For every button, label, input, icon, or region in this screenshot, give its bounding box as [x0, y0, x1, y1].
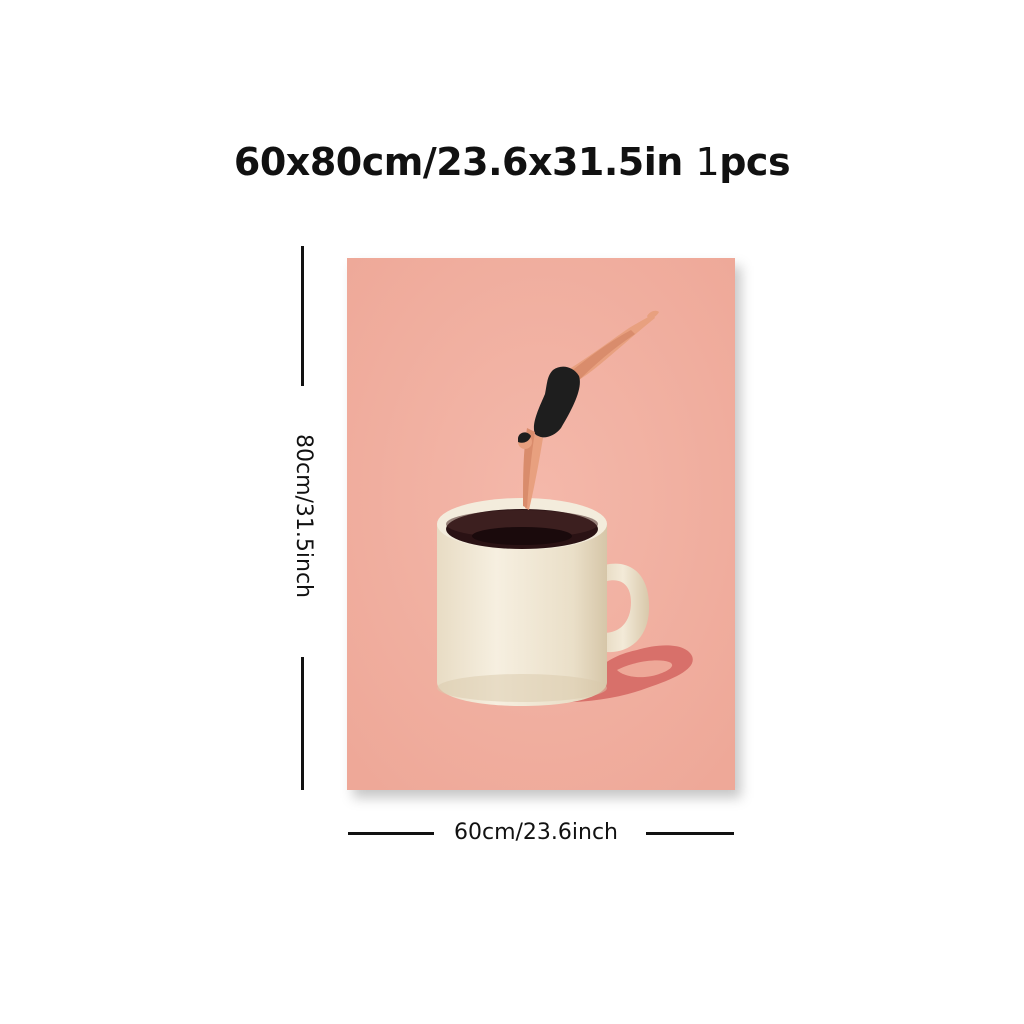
height-line-bottom	[301, 657, 304, 790]
quantity-number: 1	[695, 140, 720, 184]
width-label: 60cm/23.6inch	[453, 820, 618, 845]
artwork	[347, 258, 735, 790]
size-text: 60x80cm/23.6x31.5in	[233, 140, 683, 184]
height-line-top	[301, 246, 304, 386]
size-title: 60x80cm/23.6x31.5in 1pcs	[0, 138, 1024, 186]
mug-bottom-shade	[437, 674, 607, 702]
height-label: 80cm/31.5inch	[291, 433, 316, 598]
product-image: 60x80cm/23.6x31.5in 1pcs 80cm/31.5inch 6…	[0, 0, 1024, 1024]
coffee-highlight	[472, 527, 572, 545]
width-line-right	[646, 832, 734, 835]
width-line-left	[348, 832, 434, 835]
quantity-unit: pcs	[719, 140, 791, 184]
canvas-print	[347, 258, 741, 798]
